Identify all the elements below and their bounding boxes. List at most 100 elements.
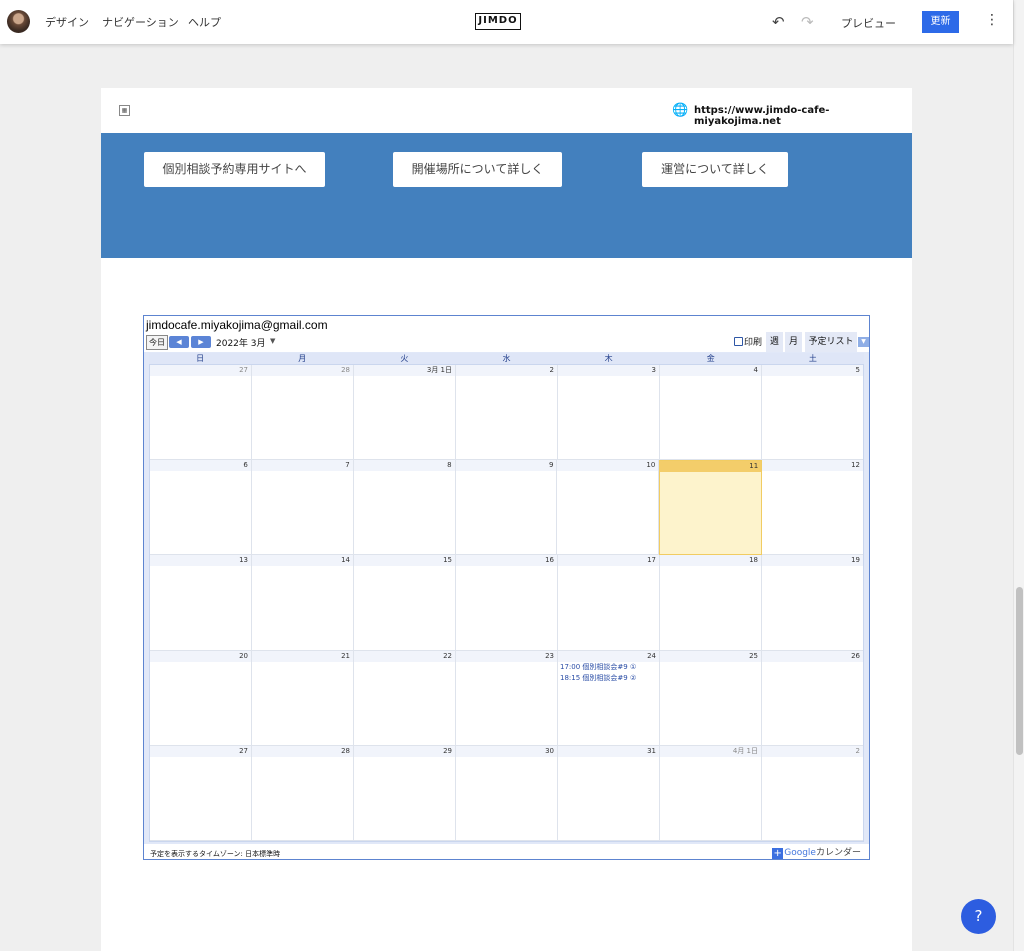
day-cell[interactable]: 16	[456, 555, 558, 651]
day-cell[interactable]: 22	[354, 650, 456, 746]
week-row: 13 14 15 16 17 18 19	[150, 555, 863, 651]
day-cell[interactable]: 17	[558, 555, 660, 651]
day-cell[interactable]: 3月 1日	[354, 365, 456, 461]
day-cell[interactable]: 27	[150, 745, 252, 841]
day-cell[interactable]: 15	[354, 555, 456, 651]
day-cell[interactable]: 23	[456, 650, 558, 746]
redo-icon[interactable]: ↷	[801, 13, 814, 31]
chevron-down-icon[interactable]: ▼	[270, 337, 275, 345]
weekday-label: 土	[808, 354, 817, 363]
day-cell[interactable]: 20	[150, 650, 252, 746]
day-cell[interactable]: 2	[456, 365, 558, 461]
day-number: 2	[456, 365, 557, 376]
nav-design[interactable]: デザイン	[45, 14, 89, 30]
day-cell[interactable]: 10	[557, 460, 660, 556]
calendar-owner: jimdocafe.miyakojima@gmail.com	[146, 318, 328, 332]
day-cell[interactable]: 31	[558, 745, 660, 841]
calendar-event[interactable]: 17:00 個別相談会#9 ①	[558, 662, 659, 673]
day-cell-today[interactable]: 11	[659, 460, 763, 556]
help-button[interactable]: ?	[961, 899, 996, 934]
day-cell[interactable]: 30	[456, 745, 558, 841]
day-number: 3月 1日	[354, 365, 455, 376]
week-row: 6 7 8 9 10 11 12	[150, 460, 864, 556]
day-cell[interactable]: 13	[150, 555, 252, 651]
day-cell[interactable]: 7	[251, 460, 354, 556]
day-number: 2	[762, 745, 863, 757]
month-title: 2022年 3月	[216, 339, 266, 349]
calendar-toolbar: 今日 ◀ ▶ 2022年 3月 ▼ 印刷 週 月 予定リスト ▼	[144, 332, 869, 352]
day-number: 30	[456, 745, 557, 757]
day-cell[interactable]: 28	[252, 745, 354, 841]
day-cell[interactable]: 26	[762, 650, 863, 746]
plus-icon: +	[772, 848, 784, 859]
day-cell[interactable]: 12	[762, 460, 864, 556]
day-cell[interactable]: 6	[150, 460, 252, 556]
site-logo-icon[interactable]: ▦	[119, 105, 130, 116]
day-cell[interactable]: 4	[660, 365, 762, 461]
globe-icon: 🌐	[672, 103, 689, 118]
print-icon	[734, 337, 743, 346]
preview-button[interactable]: プレビュー	[841, 15, 896, 31]
day-number: 17	[558, 555, 659, 567]
calendar-event[interactable]: 18:15 個別相談会#9 ②	[558, 673, 659, 684]
site-page: ▦ 🌐 https://www.jimdo-cafe-miyakojima.ne…	[101, 88, 912, 951]
site-header: ▦ 🌐 https://www.jimdo-cafe-miyakojima.ne…	[101, 88, 912, 133]
month-grid: 27 28 3月 1日 2 3 4 5 6 7 8 9 10 11 12 13 14 15 16 17 18 19 20 2…	[149, 364, 864, 842]
day-number: 8	[353, 460, 455, 472]
jimdo-logo: JIMDO	[475, 13, 521, 30]
day-number: 20	[150, 650, 251, 662]
day-cell[interactable]: 14	[252, 555, 354, 651]
consult-booking-button[interactable]: 個別相談予約専用サイトへ	[144, 152, 325, 187]
day-number: 6	[150, 460, 251, 472]
weekday-label: 月	[298, 354, 307, 363]
nav-help[interactable]: ヘルプ	[188, 14, 221, 30]
day-cell[interactable]: 27	[150, 365, 252, 461]
day-cell[interactable]: 9	[455, 460, 558, 556]
day-cell[interactable]: 29	[354, 745, 456, 841]
tab-month[interactable]: 月	[785, 332, 802, 352]
day-cell[interactable]: 19	[762, 555, 863, 651]
day-number: 7	[251, 460, 353, 472]
next-month-button[interactable]: ▶	[191, 336, 211, 348]
week-row: 27 28 29 30 31 4月 1日 2	[150, 745, 863, 841]
day-number: 13	[150, 555, 251, 567]
day-number: 3	[558, 365, 659, 376]
today-button[interactable]: 今日	[146, 335, 168, 350]
site-url[interactable]: https://www.jimdo-cafe-miyakojima.net	[694, 105, 912, 127]
print-button[interactable]: 印刷	[734, 335, 762, 348]
day-number: 24	[558, 650, 659, 662]
tab-agenda[interactable]: 予定リスト	[805, 332, 857, 352]
undo-icon[interactable]: ↶	[772, 13, 785, 31]
tab-week[interactable]: 週	[766, 332, 783, 352]
day-cell[interactable]: 8	[353, 460, 456, 556]
day-number: 9	[455, 460, 557, 472]
day-cell[interactable]: 5	[762, 365, 863, 461]
day-cell[interactable]: 4月 1日	[660, 745, 762, 841]
day-number: 4	[660, 365, 761, 376]
google-calendar-link[interactable]: + Googleカレンダー	[772, 845, 861, 859]
scrollbar-thumb[interactable]	[1016, 587, 1023, 755]
day-cell[interactable]: 3	[558, 365, 660, 461]
prev-month-button[interactable]: ◀	[169, 336, 189, 348]
venue-info-button[interactable]: 開催場所について詳しく	[393, 152, 562, 187]
day-cell[interactable]: 18	[660, 555, 762, 651]
day-number: 31	[558, 745, 659, 757]
print-label: 印刷	[744, 338, 763, 348]
google-brand: Google	[784, 848, 816, 858]
day-cell[interactable]: 25	[660, 650, 762, 746]
operator-info-button[interactable]: 運営について詳しく	[642, 152, 788, 187]
chevron-down-icon[interactable]: ▼	[858, 337, 869, 347]
page-scrollbar[interactable]	[1013, 0, 1024, 951]
day-cell[interactable]: 21	[252, 650, 354, 746]
more-menu-icon[interactable]: ⋮	[985, 12, 999, 28]
week-row: 27 28 3月 1日 2 3 4 5	[150, 365, 863, 461]
day-number: 4月 1日	[660, 745, 761, 757]
weekday-label: 火	[400, 354, 409, 363]
nav-navigation[interactable]: ナビゲーション	[102, 14, 179, 30]
day-cell[interactable]: 24 17:00 個別相談会#9 ① 18:15 個別相談会#9 ②	[558, 650, 660, 746]
day-cell[interactable]: 2	[762, 745, 863, 841]
update-button[interactable]: 更新	[922, 11, 959, 33]
avatar[interactable]	[7, 10, 30, 33]
day-cell[interactable]: 28	[252, 365, 354, 461]
day-number: 16	[456, 555, 557, 567]
